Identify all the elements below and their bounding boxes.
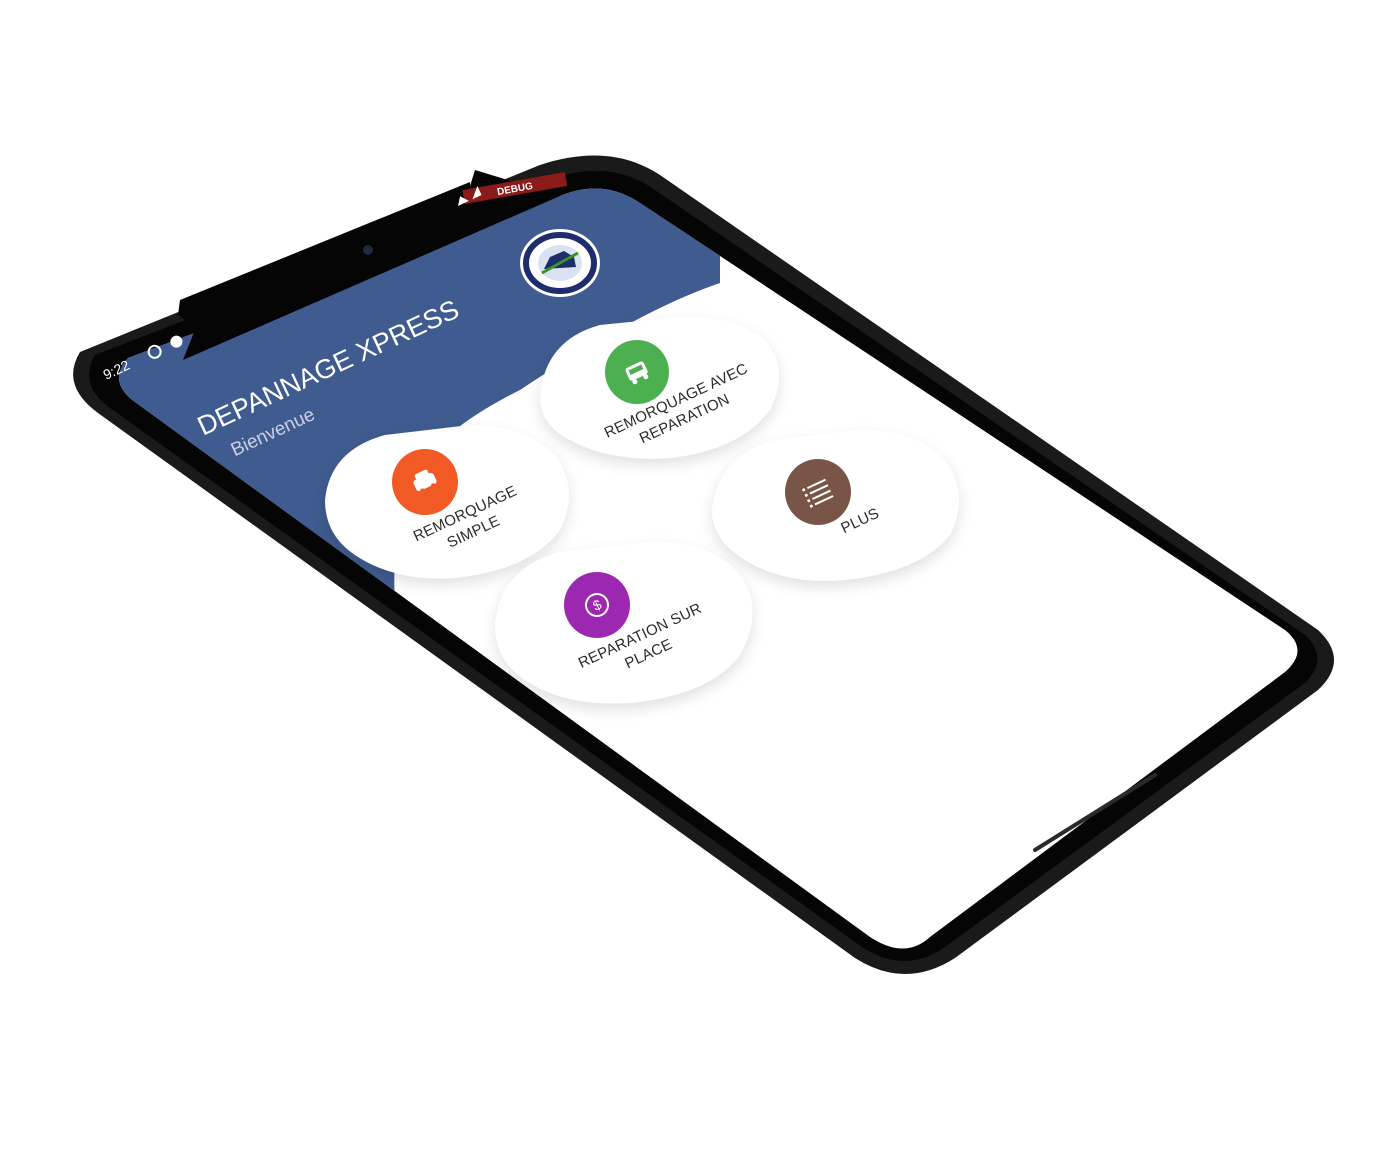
phone-mockup: DEBUG 9:22 DEPANNAGE XPRESS Bienvenue RE… [73, 155, 1335, 974]
front-camera [363, 245, 373, 255]
list-icon [785, 459, 851, 525]
app-logo [520, 229, 600, 297]
mockup-stage: DEBUG 9:22 DEPANNAGE XPRESS Bienvenue RE… [0, 0, 1373, 1157]
menu-card-plus[interactable]: PLUS [712, 429, 959, 581]
